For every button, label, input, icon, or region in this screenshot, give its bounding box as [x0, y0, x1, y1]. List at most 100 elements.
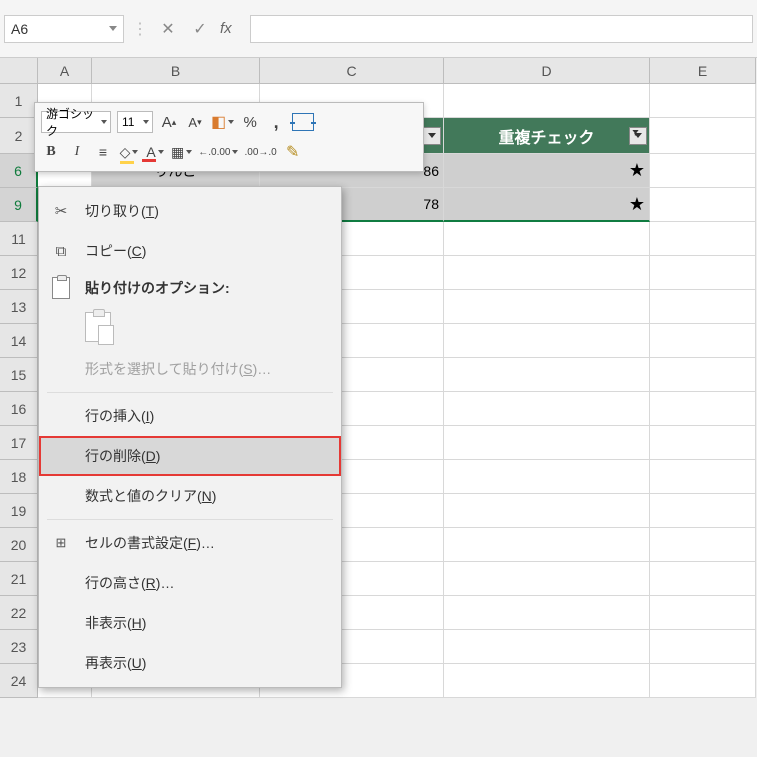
row-header-24[interactable]: 24	[0, 664, 38, 698]
cell-E14[interactable]	[650, 324, 756, 358]
cell-E1[interactable]	[650, 84, 756, 118]
italic-button[interactable]: I	[67, 141, 87, 163]
merge-button[interactable]	[292, 111, 314, 133]
cancel-formula-icon[interactable]: ✕	[156, 19, 180, 39]
select-all-corner[interactable]	[0, 58, 38, 84]
cell-E6[interactable]	[650, 154, 756, 188]
row-header-17[interactable]: 17	[0, 426, 38, 460]
row-header-14[interactable]: 14	[0, 324, 38, 358]
align-button[interactable]: ≡	[93, 141, 113, 163]
row-header-9[interactable]: 9	[0, 188, 38, 222]
cell-D18[interactable]	[444, 460, 650, 494]
cell-E18[interactable]	[650, 460, 756, 494]
row-header-21[interactable]: 21	[0, 562, 38, 596]
menu-paste-default[interactable]	[39, 305, 341, 349]
comma-style-button[interactable]: ,	[266, 111, 286, 133]
cell-E16[interactable]	[650, 392, 756, 426]
col-header-B[interactable]: B	[92, 58, 260, 84]
row-header-20[interactable]: 20	[0, 528, 38, 562]
cell-D22[interactable]	[444, 596, 650, 630]
menu-format-cells[interactable]: ⊞ セルの書式設定(F)…	[39, 523, 341, 563]
row-header-19[interactable]: 19	[0, 494, 38, 528]
percent-button[interactable]: %	[240, 111, 260, 133]
cell-E23[interactable]	[650, 630, 756, 664]
menu-cut[interactable]: ✂ 切り取り(T)	[39, 191, 341, 231]
filter-dropdown-icon[interactable]	[423, 127, 441, 145]
cell-D24[interactable]	[444, 664, 650, 698]
col-header-A[interactable]: A	[38, 58, 92, 84]
font-name-combo[interactable]: 游ゴシック	[41, 111, 111, 133]
col-header-D[interactable]: D	[444, 58, 650, 84]
row-header-2[interactable]: 2	[0, 118, 38, 154]
context-menu: ✂ 切り取り(T) ⧉ コピー(C) 貼り付けのオプション: 形式を選択して貼り…	[38, 186, 342, 688]
cell-E19[interactable]	[650, 494, 756, 528]
fx-label[interactable]: fx	[220, 20, 232, 37]
row-header-11[interactable]: 11	[0, 222, 38, 256]
font-color-button[interactable]: A	[145, 141, 165, 163]
row-header-23[interactable]: 23	[0, 630, 38, 664]
decrease-font-button[interactable]: A▾	[185, 111, 205, 133]
menu-delete-row[interactable]: 行の削除(D)	[39, 436, 341, 476]
cell-D13[interactable]	[444, 290, 650, 324]
cell-styles-button[interactable]: ◧	[211, 111, 234, 133]
row-header-12[interactable]: 12	[0, 256, 38, 290]
row-header-16[interactable]: 16	[0, 392, 38, 426]
formula-input[interactable]	[250, 15, 753, 43]
row-header-18[interactable]: 18	[0, 460, 38, 494]
cell-D17[interactable]	[444, 426, 650, 460]
cell-E13[interactable]	[650, 290, 756, 324]
decrease-decimal-button[interactable]: .00→.0	[244, 141, 276, 163]
menu-insert-row[interactable]: 行の挿入(I)	[39, 396, 341, 436]
menu-separator	[47, 392, 333, 393]
cell-E12[interactable]	[650, 256, 756, 290]
cell-D19[interactable]	[444, 494, 650, 528]
fill-color-button[interactable]: ◇	[119, 141, 139, 163]
cell-D20[interactable]	[444, 528, 650, 562]
format-painter-button[interactable]: ✎	[283, 141, 303, 163]
cell-E24[interactable]	[650, 664, 756, 698]
cell-D15[interactable]	[444, 358, 650, 392]
cell-D21[interactable]	[444, 562, 650, 596]
bold-button[interactable]: B	[41, 141, 61, 163]
col-header-C[interactable]: C	[260, 58, 444, 84]
separator: ⋮	[132, 19, 148, 39]
cell-D9[interactable]: ★	[444, 188, 650, 222]
increase-decimal-button[interactable]: ←.0.00	[198, 141, 238, 163]
row-header-6[interactable]: 6	[0, 154, 38, 188]
name-box[interactable]: A6	[4, 15, 124, 43]
menu-clear-contents[interactable]: 数式と値のクリア(N)	[39, 476, 341, 516]
cell-D6[interactable]: ★	[444, 154, 650, 188]
cell-D12[interactable]	[444, 256, 650, 290]
menu-row-height[interactable]: 行の高さ(R)…	[39, 563, 341, 603]
menu-copy[interactable]: ⧉ コピー(C)	[39, 231, 341, 271]
cell-D11[interactable]	[444, 222, 650, 256]
cell-E17[interactable]	[650, 426, 756, 460]
menu-paste-options-heading: 貼り付けのオプション:	[39, 271, 341, 305]
cell-D23[interactable]	[444, 630, 650, 664]
row-header-15[interactable]: 15	[0, 358, 38, 392]
confirm-formula-icon[interactable]: ✓	[188, 19, 212, 39]
menu-unhide[interactable]: 再表示(U)	[39, 643, 341, 683]
col-header-E[interactable]: E	[650, 58, 756, 84]
increase-font-button[interactable]: A▴	[159, 111, 179, 133]
mini-toolbar: 游ゴシック 11 A▴ A▾ ◧ % , B I ≡ ◇ A ▦ ←.0.00 …	[34, 102, 424, 172]
cell-E22[interactable]	[650, 596, 756, 630]
row-header-13[interactable]: 13	[0, 290, 38, 324]
menu-hide[interactable]: 非表示(H)	[39, 603, 341, 643]
cell-E2[interactable]	[650, 118, 756, 154]
cell-D14[interactable]	[444, 324, 650, 358]
row-header-1[interactable]: 1	[0, 84, 38, 118]
font-size-combo[interactable]: 11	[117, 111, 153, 133]
cell-E21[interactable]	[650, 562, 756, 596]
cell-D1[interactable]	[444, 84, 650, 118]
cell-D16[interactable]	[444, 392, 650, 426]
cell-E11[interactable]	[650, 222, 756, 256]
cell-E15[interactable]	[650, 358, 756, 392]
cell-E9[interactable]	[650, 188, 756, 222]
cell-D2[interactable]: 重複チェック	[444, 118, 650, 154]
borders-button[interactable]: ▦	[171, 141, 192, 163]
filter-active-icon[interactable]	[629, 127, 647, 145]
cell-E20[interactable]	[650, 528, 756, 562]
row-header-22[interactable]: 22	[0, 596, 38, 630]
clipboard-icon	[52, 277, 70, 299]
